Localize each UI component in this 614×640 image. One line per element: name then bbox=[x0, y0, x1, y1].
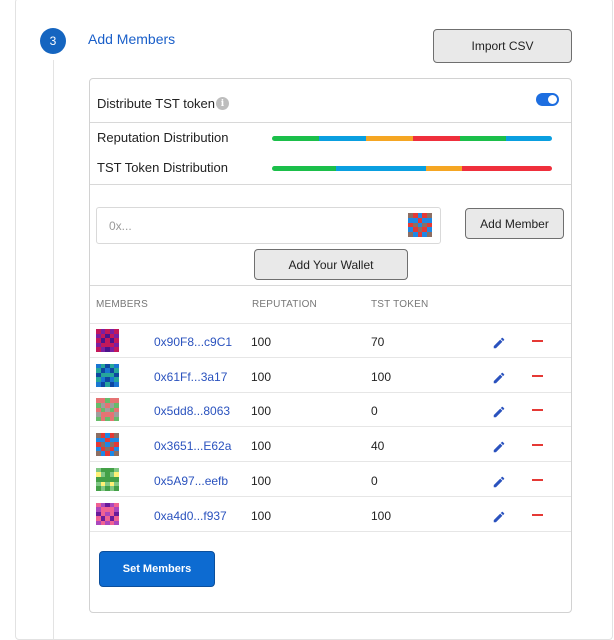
avatar bbox=[96, 329, 119, 352]
edit-icon[interactable] bbox=[492, 336, 506, 350]
member-address[interactable]: 0x5dd8...8063 bbox=[154, 404, 230, 418]
token-distribution-label: TST Token Distribution bbox=[97, 160, 229, 175]
members-column-header: MEMBERS bbox=[96, 299, 148, 310]
avatar bbox=[96, 433, 119, 457]
member-reputation: 100 bbox=[251, 508, 272, 523]
remove-icon[interactable] bbox=[532, 374, 543, 377]
member-reputation: 100 bbox=[251, 404, 272, 419]
member-token-amount: 40 bbox=[371, 439, 385, 454]
edit-icon[interactable] bbox=[492, 510, 506, 524]
avatar bbox=[96, 363, 119, 387]
step-connector bbox=[53, 60, 54, 640]
distribution-segment bbox=[461, 166, 552, 171]
member-token-amount: 0 bbox=[371, 473, 378, 488]
member-reputation: 100 bbox=[251, 473, 272, 488]
member-address[interactable]: 0x61Ff...3a17 bbox=[154, 370, 227, 384]
member-reputation: 100 bbox=[251, 439, 272, 454]
distribution-segment bbox=[335, 166, 426, 171]
member-token-amount: 100 bbox=[371, 369, 392, 384]
info-icon[interactable]: i bbox=[216, 97, 229, 110]
member-token-amount: 0 bbox=[371, 404, 378, 419]
edit-icon[interactable] bbox=[492, 405, 506, 419]
table-row: 0x5A97...eefb 100 0 bbox=[90, 463, 571, 497]
remove-icon[interactable] bbox=[532, 340, 543, 342]
distribution-segment bbox=[319, 136, 367, 141]
avatar bbox=[96, 467, 119, 491]
edit-icon[interactable] bbox=[492, 440, 506, 454]
member-token-amount: 70 bbox=[371, 335, 385, 349]
distribution-segment bbox=[506, 136, 552, 141]
distribution-segment bbox=[366, 136, 414, 141]
member-address[interactable]: 0xa4d0...f937 bbox=[154, 509, 227, 523]
toggle-knob bbox=[548, 95, 557, 104]
distribution-segment bbox=[272, 166, 336, 171]
member-address[interactable]: 0x3651...E62a bbox=[154, 439, 231, 453]
remove-icon[interactable] bbox=[532, 513, 543, 516]
table-row: 0x5dd8...8063 100 0 bbox=[90, 393, 571, 428]
avatar bbox=[96, 398, 119, 422]
distribution-segment bbox=[413, 136, 461, 141]
step-number-badge: 3 bbox=[40, 28, 66, 54]
table-row: 0xa4d0...f937 100 100 bbox=[90, 498, 571, 532]
divider bbox=[90, 184, 571, 185]
reputation-distribution-label: Reputation Distribution bbox=[97, 130, 229, 145]
token-distribution-bar bbox=[272, 166, 552, 171]
distribute-token-label: Distribute TST token bbox=[97, 96, 216, 111]
set-members-button[interactable]: Set Members bbox=[99, 551, 215, 587]
avatar bbox=[96, 502, 119, 526]
distribute-token-toggle[interactable] bbox=[536, 93, 559, 106]
step-title: Add Members bbox=[88, 31, 176, 47]
import-csv-button[interactable]: Import CSV bbox=[433, 29, 572, 63]
table-row: 0x3651...E62a 100 40 bbox=[90, 428, 571, 463]
divider bbox=[90, 285, 571, 286]
member-token-amount: 100 bbox=[371, 508, 392, 523]
distribution-segment bbox=[272, 136, 320, 141]
remove-icon[interactable] bbox=[532, 444, 543, 447]
table-row: 0x90F8...c9C1 100 70 bbox=[90, 324, 571, 358]
address-identicon bbox=[408, 213, 432, 237]
add-your-wallet-button[interactable]: Add Your Wallet bbox=[254, 249, 408, 280]
edit-icon[interactable] bbox=[492, 475, 506, 489]
member-reputation: 100 bbox=[251, 369, 272, 384]
table-row: 0x61Ff...3a17 100 100 bbox=[90, 359, 571, 393]
row-divider bbox=[90, 530, 571, 532]
member-address-input[interactable] bbox=[96, 207, 441, 244]
member-address[interactable]: 0x5A97...eefb bbox=[154, 474, 228, 488]
divider bbox=[90, 122, 571, 123]
reputation-distribution-bar bbox=[272, 136, 552, 141]
distribution-segment bbox=[425, 166, 462, 171]
add-member-button[interactable]: Add Member bbox=[465, 208, 564, 239]
token-column-header: TST TOKEN bbox=[371, 299, 429, 310]
member-address[interactable]: 0x90F8...c9C1 bbox=[154, 335, 232, 349]
distribution-segment bbox=[460, 136, 507, 141]
reputation-column-header: REPUTATION bbox=[252, 299, 317, 310]
edit-icon[interactable] bbox=[492, 371, 506, 385]
remove-icon[interactable] bbox=[532, 478, 543, 481]
remove-icon[interactable] bbox=[532, 409, 543, 412]
member-reputation: 100 bbox=[251, 335, 272, 349]
